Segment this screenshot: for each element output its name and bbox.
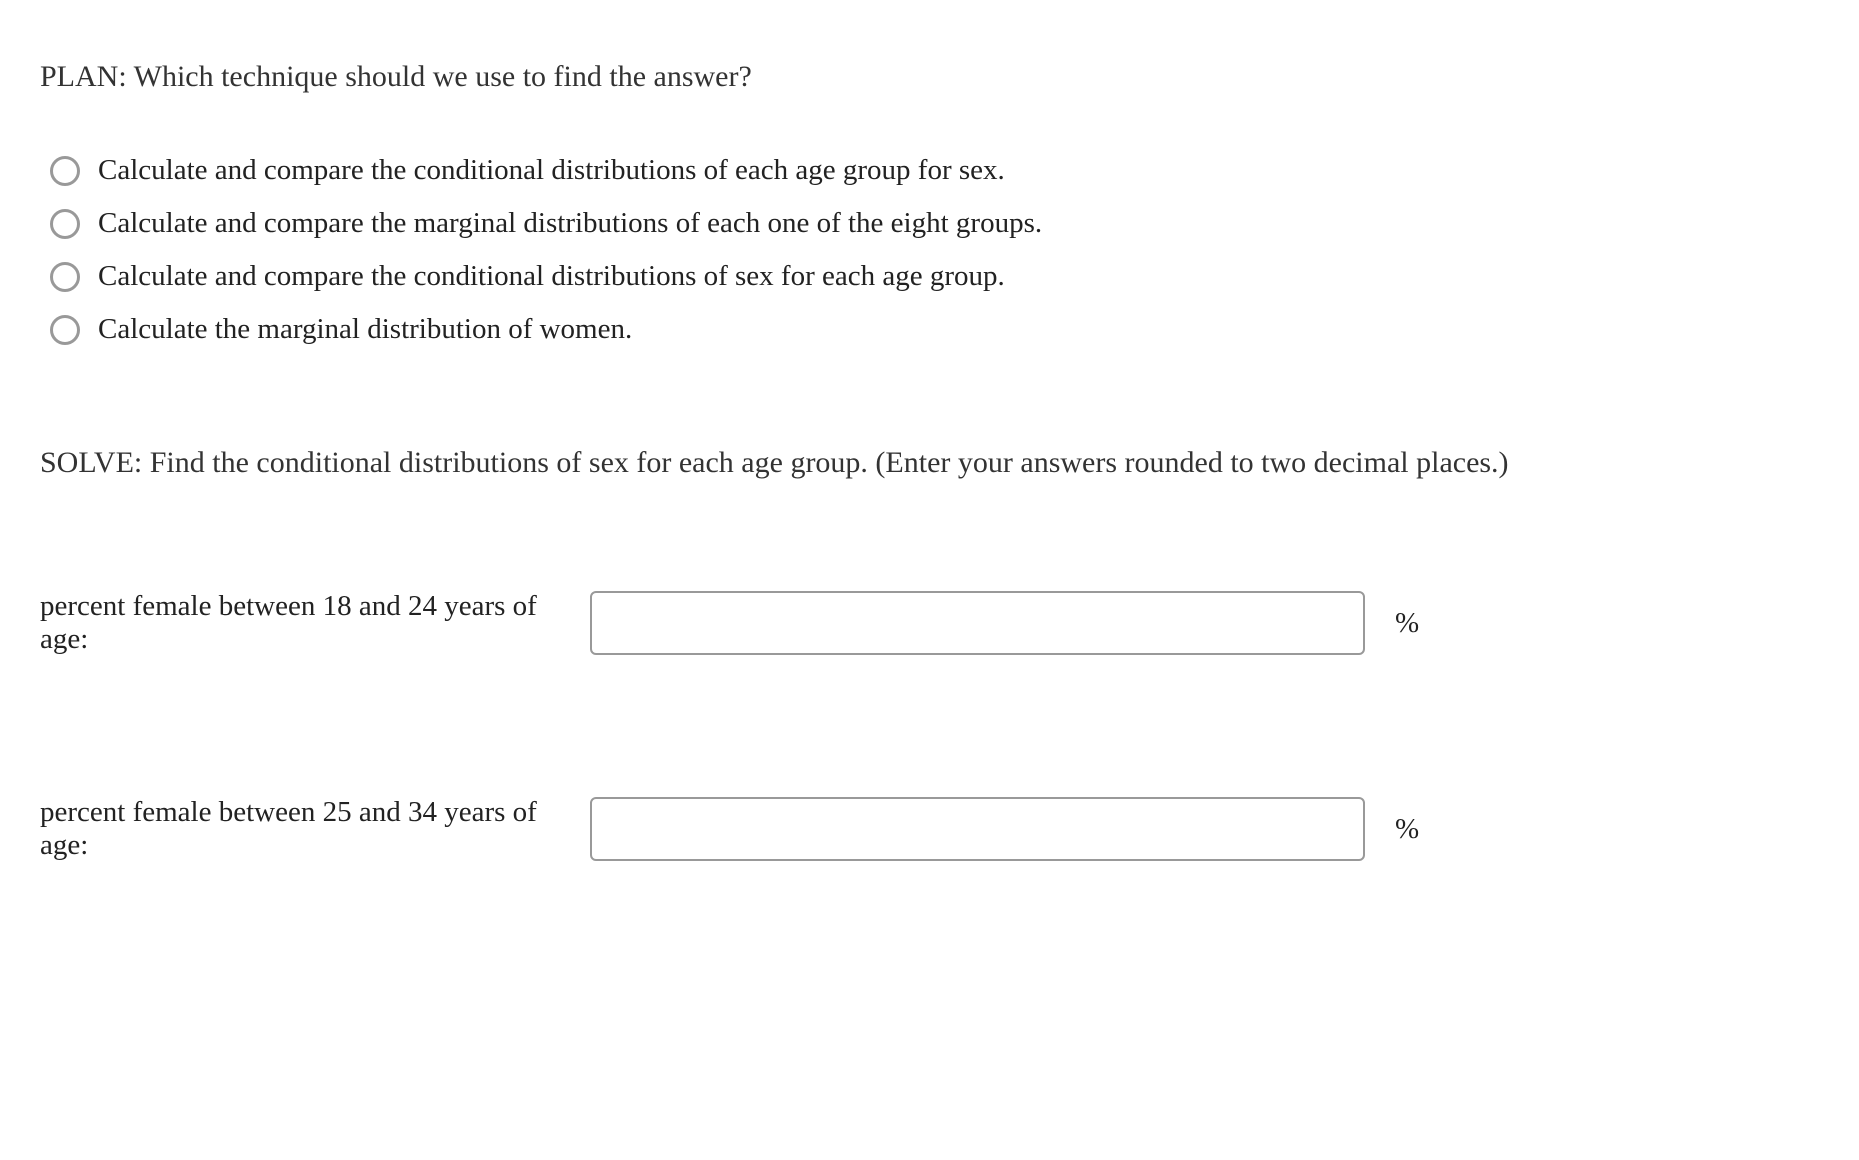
option-row-3: Calculate the marginal distribution of w… (50, 313, 1819, 346)
answer-input-0[interactable] (590, 591, 1365, 655)
options-container: Calculate and compare the conditional di… (50, 154, 1819, 346)
solve-prompt: SOLVE: Find the conditional distribution… (40, 446, 1819, 480)
option-label-1[interactable]: Calculate and compare the marginal distr… (98, 207, 1042, 240)
answer-row-0: percent female between 18 and 24 years o… (40, 590, 1819, 656)
radio-button-0[interactable] (50, 156, 80, 186)
radio-button-3[interactable] (50, 315, 80, 345)
percent-sign-1: % (1395, 813, 1419, 846)
answer-input-1[interactable] (590, 797, 1365, 861)
option-label-3[interactable]: Calculate the marginal distribution of w… (98, 313, 632, 346)
option-row-0: Calculate and compare the conditional di… (50, 154, 1819, 187)
answer-label-1: percent female between 25 and 34 years o… (40, 796, 590, 862)
radio-button-2[interactable] (50, 262, 80, 292)
answer-row-1: percent female between 25 and 34 years o… (40, 796, 1819, 862)
answer-label-0: percent female between 18 and 24 years o… (40, 590, 590, 656)
option-label-2[interactable]: Calculate and compare the conditional di… (98, 260, 1005, 293)
option-row-2: Calculate and compare the conditional di… (50, 260, 1819, 293)
percent-sign-0: % (1395, 607, 1419, 640)
option-row-1: Calculate and compare the marginal distr… (50, 207, 1819, 240)
option-label-0[interactable]: Calculate and compare the conditional di… (98, 154, 1005, 187)
plan-prompt: PLAN: Which technique should we use to f… (40, 60, 1819, 94)
radio-button-1[interactable] (50, 209, 80, 239)
